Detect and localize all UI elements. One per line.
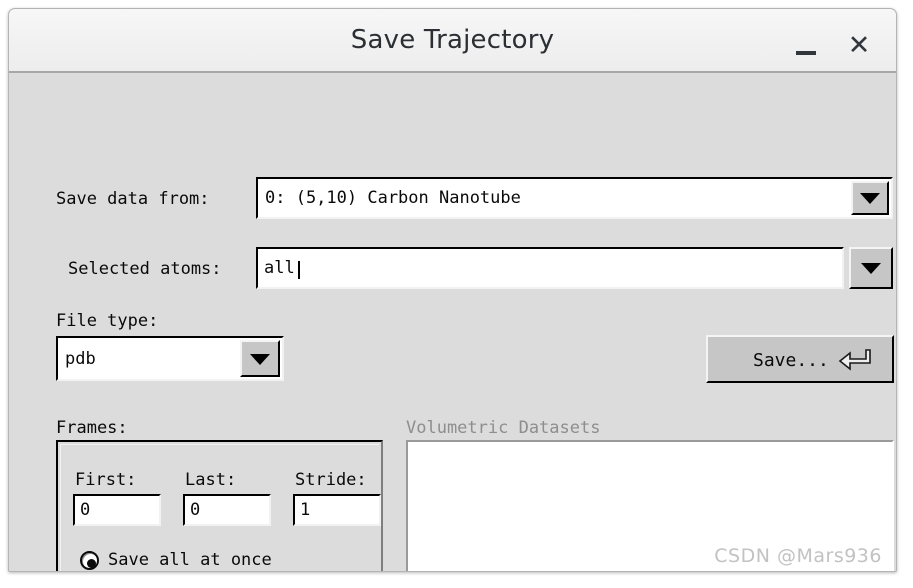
close-icon: ✕ <box>847 30 871 61</box>
frames-first-label: First: <box>75 470 137 490</box>
save-data-from-label: Save data from: <box>56 189 210 209</box>
frames-stride-label: Stride: <box>295 470 367 490</box>
file-type-dropdown-button[interactable] <box>240 340 280 377</box>
return-arrow-icon <box>838 348 874 374</box>
save-trajectory-window: Save Trajectory ✕ Save data from: 0: (5,… <box>8 8 897 572</box>
minimize-button[interactable] <box>790 31 824 61</box>
file-type-label: File type: <box>56 311 158 331</box>
frames-last-value: 0 <box>190 500 201 520</box>
volumetric-datasets-label: Volumetric Datasets <box>406 418 601 438</box>
source-dropdown-button[interactable] <box>851 181 889 215</box>
radio-dot <box>87 559 96 568</box>
frames-first-value: 0 <box>80 500 91 520</box>
file-type-value: pdb <box>65 349 96 369</box>
radio-selected-icon <box>80 551 99 570</box>
file-type-combobox[interactable]: pdb <box>56 336 284 381</box>
selected-atoms-value: all <box>264 258 295 278</box>
save-button[interactable]: Save... <box>706 335 894 383</box>
close-button[interactable]: ✕ <box>842 30 876 61</box>
chevron-down-icon <box>860 193 880 205</box>
selected-atoms-label: Selected atoms: <box>68 259 222 279</box>
dialog-content: Save data from: 0: (5,10) Carbon Nanotub… <box>9 73 896 571</box>
selected-atoms-input[interactable]: all <box>256 247 844 289</box>
frames-group: First: 0 Last: 0 Stride: 1 Save all at o… <box>56 440 383 571</box>
minimize-icon <box>796 51 816 55</box>
titlebar: Save Trajectory ✕ <box>9 9 896 73</box>
watermark: CSDN @Mars936 <box>714 545 882 567</box>
frames-last-input[interactable]: 0 <box>183 494 271 526</box>
chevron-down-icon <box>861 263 881 275</box>
window-title: Save Trajectory <box>350 25 555 55</box>
frames-first-input[interactable]: 0 <box>73 494 161 526</box>
source-combobox[interactable]: 0: (5,10) Carbon Nanotube <box>256 177 893 219</box>
frames-stride-input[interactable]: 1 <box>293 494 381 526</box>
frames-stride-value: 1 <box>300 500 311 520</box>
text-caret <box>298 261 300 279</box>
chevron-down-icon <box>250 353 270 365</box>
frames-last-label: Last: <box>185 470 237 490</box>
frames-group-label: Frames: <box>56 418 128 438</box>
save-button-label: Save... <box>753 350 829 371</box>
file-type-label-text: File type: <box>56 311 159 331</box>
source-combobox-value: 0: (5,10) Carbon Nanotube <box>265 188 521 208</box>
radio-save-all-at-once-label: Save all at once <box>108 550 272 570</box>
selected-atoms-dropdown-button[interactable] <box>849 247 893 289</box>
